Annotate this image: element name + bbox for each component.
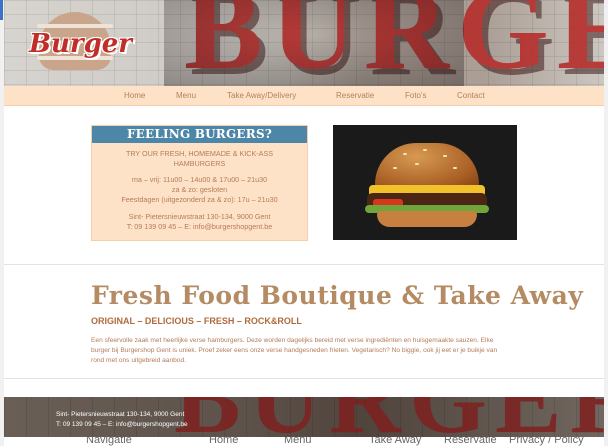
divider	[4, 264, 604, 265]
divider	[4, 378, 604, 379]
nav-item-home[interactable]: Home	[124, 91, 145, 100]
opening-hours-card: FEELING BURGERS? TRY OUR FRESH, HOMEMADE…	[91, 125, 308, 241]
logo-stripe	[37, 24, 113, 28]
photo-seed	[403, 153, 407, 155]
card-address: Sint- Pietersnieuwstraat 130-134, 9000 G…	[128, 212, 271, 221]
nav-item-menu[interactable]: Menu	[176, 91, 196, 100]
opening-hours: za & zo: gesloten	[171, 185, 228, 194]
burger-photo	[333, 125, 517, 240]
nav-item-reservatie[interactable]: Reservatie	[336, 91, 374, 100]
footer-link[interactable]: Home	[209, 437, 238, 446]
logo-wordmark: Burger	[29, 29, 132, 59]
window-edge-accent	[0, 0, 3, 20]
photo-top-bun	[375, 143, 479, 189]
footer-link[interactable]: Reservatie	[444, 437, 497, 446]
page-subtitle: ORIGINAL – DELICIOUS – FRESH – ROCK&ROLL	[91, 316, 302, 326]
opening-hours: Feestdagen (uitgezonderd za & zo): 17u –…	[121, 195, 278, 204]
logo-home-link[interactable]: Burger	[29, 12, 132, 74]
photo-seed	[443, 155, 447, 157]
photo-seed	[415, 163, 419, 165]
photo-seed	[393, 167, 397, 169]
footer-link[interactable]: Privacy / Policy	[509, 437, 584, 446]
page: BURGERS Burger Home Menu Take Away/Deliv…	[4, 0, 604, 446]
nav-item-contact[interactable]: Contact	[457, 91, 485, 100]
photo-bottom-bun	[377, 211, 477, 227]
hero-banner: BURGERS Burger	[4, 0, 604, 86]
footer-link[interactable]: Menu	[284, 437, 312, 446]
footer-link[interactable]: Take Away	[369, 437, 421, 446]
browser-viewport: BURGERS Burger Home Menu Take Away/Deliv…	[0, 0, 608, 446]
card-tagline: HAMBURGERS	[173, 159, 226, 168]
nav-item-fotos[interactable]: Foto's	[405, 91, 427, 100]
card-title: FEELING BURGERS?	[92, 126, 307, 143]
card-contact: T: 09 139 09 45 – E: info@burgershopgent…	[126, 222, 273, 231]
footer-contact: T: 09 139 09 45 – E: info@burgershopgent…	[56, 421, 188, 428]
hero-shade	[164, 0, 464, 86]
photo-seed	[453, 167, 457, 169]
footer-banner: BURGERS Sint- Pietersnieuwstraat 130-134…	[4, 397, 604, 437]
footer-address: Sint- Pietersnieuwstraat 130-134, 9000 G…	[56, 411, 185, 418]
main-nav: Home Menu Take Away/Delivery Reservatie …	[4, 86, 604, 106]
opening-hours: ma – vrij: 11u00 – 14u00 & 17u00 – 21u30	[131, 175, 268, 184]
page-title: Fresh Food Boutique & Take Away	[91, 281, 584, 310]
card-tagline: TRY OUR FRESH, HOMEMADE & KICK-ASS	[125, 149, 274, 158]
nav-item-take-away[interactable]: Take Away/Delivery	[227, 91, 296, 100]
footer-links-strip: Navigatie Home Menu Take Away Reservatie…	[4, 437, 604, 446]
footer-link[interactable]: Navigatie	[86, 437, 132, 446]
photo-seed	[423, 149, 427, 151]
intro-paragraph: Een sfeervolle zaak met heerlijke verse …	[91, 337, 498, 364]
